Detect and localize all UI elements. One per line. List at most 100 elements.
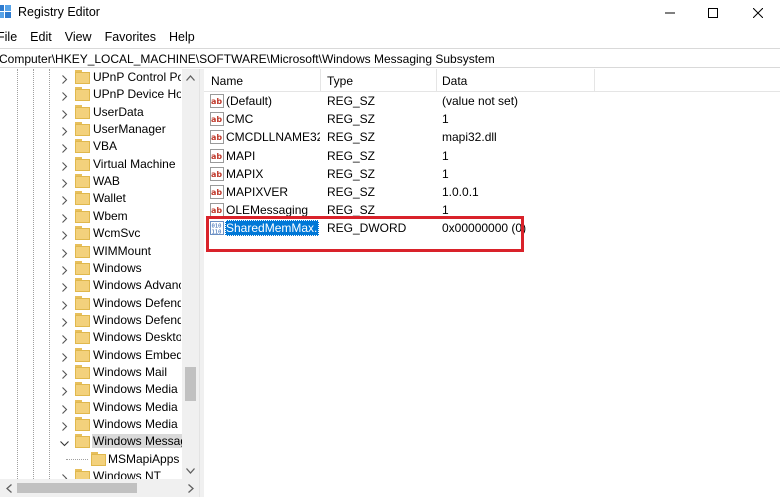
- scroll-down-icon[interactable]: [182, 462, 199, 479]
- column-separator[interactable]: [594, 69, 595, 92]
- tree-item[interactable]: Wbem: [0, 208, 182, 225]
- chevron-right-icon[interactable]: [60, 299, 69, 310]
- tree-item[interactable]: Windows Media F: [0, 399, 182, 416]
- svg-text:ab: ab: [211, 152, 222, 161]
- chevron-right-icon[interactable]: [60, 420, 69, 431]
- chevron-right-icon[interactable]: [60, 403, 69, 414]
- tree-item-label: UserManager: [93, 122, 166, 137]
- chevron-right-icon[interactable]: [60, 194, 69, 206]
- close-button[interactable]: [735, 0, 780, 26]
- value-data-cell: (value not set): [442, 94, 519, 108]
- menu-bar: File Edit View Favorites Help: [0, 27, 208, 47]
- value-name-cell: CMC: [226, 112, 254, 127]
- column-separator[interactable]: [436, 69, 437, 92]
- chevron-right-icon[interactable]: [60, 90, 69, 102]
- tree-item-label: UserData: [93, 104, 144, 119]
- chevron-right-icon[interactable]: [60, 281, 69, 293]
- tree-item[interactable]: Wallet: [0, 190, 182, 207]
- tree-item[interactable]: WcmSvc: [0, 225, 182, 242]
- tree-item[interactable]: UserManager: [0, 121, 182, 138]
- tree-item[interactable]: Windows Messag: [0, 433, 182, 450]
- tree-item[interactable]: MSMapiApps: [0, 451, 182, 468]
- menu-edit[interactable]: Edit: [30, 27, 52, 47]
- folder-icon: [75, 226, 90, 241]
- string-value-icon: ab: [210, 112, 224, 127]
- tree-item[interactable]: Windows Advanc: [0, 277, 182, 294]
- tree-vertical-scrollbar[interactable]: [182, 69, 199, 479]
- value-row[interactable]: ab MAPIXVER REG_SZ 1.0.0.1: [204, 183, 780, 201]
- tree-item[interactable]: Windows Desktop: [0, 329, 182, 346]
- tree-item[interactable]: UPnP Control Poi: [0, 69, 182, 86]
- chevron-right-icon[interactable]: [60, 108, 69, 119]
- tree-vertical-scroll-thumb[interactable]: [185, 367, 196, 401]
- chevron-down-icon[interactable]: [60, 437, 69, 447]
- folder-icon: [75, 208, 90, 223]
- tree-item[interactable]: UserData: [0, 104, 182, 121]
- tree-item-label: Windows Defend: [93, 295, 181, 310]
- folder-icon: [75, 139, 90, 154]
- tree-item[interactable]: UPnP Device Hos: [0, 86, 182, 103]
- tree-item[interactable]: Windows Media F: [0, 416, 182, 433]
- svg-text:ab: ab: [211, 188, 222, 197]
- value-type-cell: REG_SZ: [327, 94, 376, 108]
- window-title: Registry Editor: [18, 5, 100, 19]
- folder-icon: [91, 451, 106, 466]
- tree-item[interactable]: Windows Defend: [0, 312, 182, 329]
- tree-item[interactable]: Windows Embedd: [0, 347, 182, 364]
- column-header-data[interactable]: Data: [442, 74, 467, 88]
- folder-icon: [75, 174, 90, 189]
- chevron-right-icon[interactable]: [60, 229, 69, 241]
- menu-help[interactable]: Help: [169, 27, 195, 47]
- column-header-type[interactable]: Type: [327, 74, 353, 88]
- chevron-right-icon[interactable]: [60, 142, 69, 154]
- chevron-right-icon[interactable]: [60, 316, 69, 327]
- chevron-right-icon[interactable]: [60, 212, 69, 223]
- chevron-right-icon[interactable]: [60, 385, 69, 397]
- chevron-right-icon[interactable]: [60, 247, 69, 258]
- folder-icon: [75, 70, 90, 84]
- value-row[interactable]: ab CMCDLLNAME32 REG_SZ mapi32.dll: [204, 128, 780, 146]
- maximize-button[interactable]: [690, 0, 736, 26]
- tree-item[interactable]: WAB: [0, 173, 182, 190]
- folder-icon: [75, 434, 90, 449]
- minimize-button[interactable]: [647, 0, 693, 26]
- tree-item[interactable]: VBA: [0, 138, 182, 155]
- tree-item-label: Windows Messag: [92, 434, 182, 449]
- chevron-right-icon[interactable]: [60, 351, 69, 362]
- column-separator[interactable]: [320, 69, 321, 92]
- tree-horizontal-scroll-thumb[interactable]: [17, 483, 137, 493]
- tree-item-label: Windows Mail: [93, 364, 168, 379]
- list-header: Name Type Data: [204, 69, 780, 92]
- tree-item[interactable]: Windows Media D: [0, 381, 182, 398]
- tree-item[interactable]: Windows Defend: [0, 295, 182, 312]
- chevron-right-icon[interactable]: [60, 160, 69, 171]
- value-row[interactable]: ab (Default) REG_SZ (value not set): [204, 92, 780, 110]
- chevron-right-icon[interactable]: [60, 368, 69, 379]
- scroll-right-icon[interactable]: [182, 479, 199, 497]
- menu-file[interactable]: File: [0, 27, 17, 47]
- tree-item[interactable]: WIMMount: [0, 243, 182, 260]
- folder-icon: [75, 399, 90, 414]
- tree-item[interactable]: Windows Mail: [0, 364, 182, 381]
- value-type-cell: REG_SZ: [327, 185, 376, 199]
- menu-view[interactable]: View: [65, 27, 92, 47]
- value-row[interactable]: ab CMC REG_SZ 1: [204, 110, 780, 128]
- tree-item[interactable]: Windows: [0, 260, 182, 277]
- tree-horizontal-scrollbar[interactable]: [0, 479, 199, 497]
- chevron-right-icon[interactable]: [60, 333, 69, 345]
- chevron-right-icon[interactable]: [60, 264, 69, 275]
- column-header-name[interactable]: Name: [211, 74, 243, 88]
- tree-item[interactable]: Virtual Machine: [0, 156, 182, 173]
- tree-item-label: WAB: [93, 174, 120, 189]
- value-type-cell: REG_SZ: [327, 130, 376, 145]
- chevron-right-icon[interactable]: [60, 73, 69, 84]
- scroll-up-icon[interactable]: [182, 69, 199, 86]
- svg-text:ab: ab: [211, 97, 222, 106]
- value-row[interactable]: ab MAPIX REG_SZ 1: [204, 165, 780, 183]
- chevron-right-icon[interactable]: [60, 177, 69, 188]
- chevron-right-icon[interactable]: [60, 125, 69, 136]
- menu-favorites[interactable]: Favorites: [105, 27, 156, 47]
- value-row[interactable]: ab MAPI REG_SZ 1: [204, 147, 780, 165]
- scroll-left-icon[interactable]: [0, 479, 17, 497]
- address-bar[interactable]: Computer\HKEY_LOCAL_MACHINE\SOFTWARE\Mic…: [0, 48, 780, 68]
